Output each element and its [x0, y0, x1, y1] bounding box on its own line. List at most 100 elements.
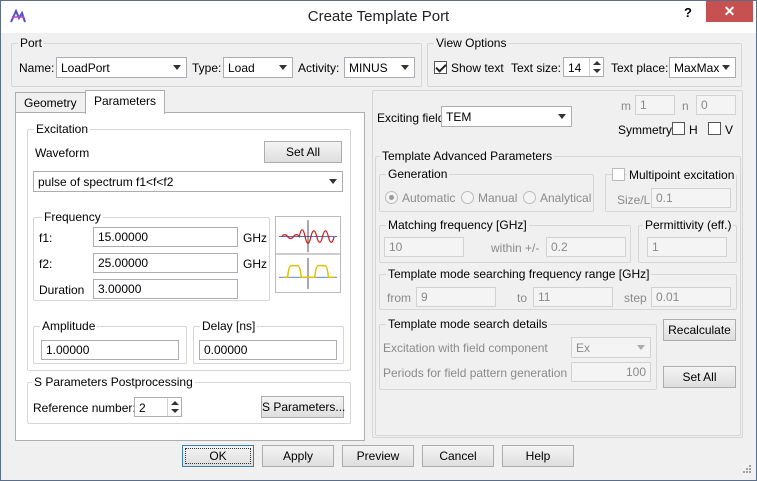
n-label: n	[682, 99, 689, 113]
reference-number-spinbox[interactable]: 2	[134, 397, 182, 417]
reference-number-value: 2	[139, 401, 146, 415]
step-input[interactable]: 0.01	[651, 287, 731, 307]
title-bar: Create Template Port ? ✕	[1, 1, 756, 33]
generation-title: Generation	[386, 167, 450, 181]
symmetry-h-checkbox[interactable]	[672, 122, 685, 135]
waveform-preview-icon	[275, 216, 341, 293]
generation-analytical-label: Analytical	[540, 191, 592, 205]
n-input[interactable]: 0	[696, 95, 736, 115]
search-details-title: Template mode search details	[386, 317, 550, 331]
excitation-set-all-button[interactable]: Set All	[264, 141, 342, 163]
chevron-down-icon	[637, 345, 645, 350]
tab-parameters[interactable]: Parameters	[85, 90, 166, 114]
step-label: step	[624, 291, 647, 305]
window-title: Create Template Port	[307, 8, 450, 25]
amplitude-input[interactable]: 1.00000	[41, 340, 179, 360]
f2-unit-label: GHz	[243, 257, 267, 271]
apply-button[interactable]: Apply	[262, 445, 334, 467]
chevron-down-icon	[279, 65, 287, 70]
advanced-set-all-button[interactable]: Set All	[663, 366, 736, 388]
waveform-combo[interactable]: pulse of spectrum f1<f<f2	[33, 171, 343, 192]
symmetry-v-label: V	[725, 123, 734, 137]
from-label: from	[387, 291, 411, 305]
range-title: Template mode searching frequency range …	[386, 267, 652, 281]
from-input[interactable]: 9	[416, 287, 496, 307]
excite-component-value: Ex	[576, 341, 591, 355]
activity-combo[interactable]: MINUS	[344, 57, 415, 78]
ok-button[interactable]: OK	[182, 445, 254, 467]
resize-grip-icon[interactable]	[740, 464, 752, 476]
to-input[interactable]: 11	[533, 287, 613, 307]
s-parameters-button[interactable]: S Parameters...	[261, 396, 345, 418]
exciting-field-label: Exciting field	[377, 111, 445, 125]
amplitude-title: Amplitude	[40, 319, 98, 333]
exciting-field-combo[interactable]: TEM	[441, 106, 572, 127]
text-place-combo[interactable]: MaxMax	[669, 57, 736, 78]
f2-input[interactable]: 25.00000	[93, 253, 238, 273]
type-combo[interactable]: Load	[223, 57, 293, 78]
name-combo[interactable]: LoadPort	[56, 57, 187, 78]
within-label: within +/-	[491, 241, 540, 255]
f1-unit-label: GHz	[243, 231, 267, 245]
permittivity-input[interactable]: 1	[647, 237, 727, 257]
to-label: to	[517, 291, 528, 305]
generation-manual-label: Manual	[478, 191, 518, 205]
sparams-title: S Parameters Postprocessing	[32, 375, 195, 389]
chevron-down-icon	[401, 65, 409, 70]
f1-input[interactable]: 15.00000	[93, 227, 238, 247]
generation-manual-radio[interactable]	[461, 191, 474, 204]
activity-label: Activity:	[298, 61, 340, 75]
reference-number-label: Reference number:	[33, 401, 136, 415]
generation-automatic-radio[interactable]	[385, 191, 398, 204]
text-place-label: Text place:	[611, 61, 669, 75]
tab-geometry[interactable]: Geometry	[15, 92, 86, 114]
show-text-checkbox[interactable]	[434, 61, 447, 74]
advanced-title: Template Advanced Parameters	[380, 149, 555, 163]
spin-arrows-icon[interactable]	[589, 58, 603, 76]
periods-input[interactable]: 100	[571, 362, 651, 382]
help-titlebar-button[interactable]: ?	[675, 3, 701, 25]
text-size-label: Text size:	[511, 61, 562, 75]
permittivity-title: Permittivity (eff.)	[643, 218, 734, 232]
size-input[interactable]: 0.1	[651, 188, 731, 208]
within-input[interactable]: 0.2	[546, 237, 626, 257]
duration-label: Duration	[39, 283, 85, 297]
show-text-label: Show text	[451, 61, 504, 75]
matching-title: Matching frequency [GHz]	[386, 218, 529, 232]
text-size-spinbox[interactable]: 14	[563, 57, 604, 77]
text-size-value: 14	[568, 61, 582, 75]
exciting-field-value: TEM	[446, 110, 472, 124]
type-value: Load	[228, 61, 255, 75]
multipoint-label: Multipoint excitation	[627, 168, 737, 182]
matching-input[interactable]: 10	[384, 237, 464, 257]
symmetry-v-checkbox[interactable]	[708, 122, 721, 135]
activity-value: MINUS	[349, 61, 388, 75]
spin-arrows-icon[interactable]	[167, 398, 181, 416]
view-options-title: View Options	[434, 36, 509, 50]
f1-label: f1:	[39, 231, 53, 245]
periods-label: Periods for field pattern generation	[383, 366, 568, 380]
duration-input[interactable]: 3.00000	[93, 279, 238, 299]
cancel-button[interactable]: Cancel	[422, 445, 494, 467]
multipoint-checkbox[interactable]	[612, 168, 625, 181]
waveform-label: Waveform	[35, 146, 90, 160]
chevron-down-icon	[329, 179, 337, 184]
dialog-window: Create Template Port ? ✕ Port Name: Load…	[0, 0, 757, 481]
help-button[interactable]: Help	[502, 445, 574, 467]
symmetry-label: Symmetry	[618, 123, 672, 137]
waveform-value: pulse of spectrum f1<f<f2	[38, 175, 174, 189]
excite-component-combo[interactable]: Ex	[571, 337, 651, 358]
recalculate-button[interactable]: Recalculate	[663, 319, 736, 341]
preview-button[interactable]: Preview	[342, 445, 414, 467]
text-place-value: MaxMax	[674, 61, 720, 75]
delay-input[interactable]: 0.00000	[199, 340, 337, 360]
f2-label: f2:	[39, 257, 53, 271]
symmetry-h-label: H	[689, 123, 698, 137]
generation-automatic-label: Automatic	[402, 191, 456, 205]
chevron-down-icon	[173, 65, 181, 70]
generation-analytical-radio[interactable]	[523, 191, 536, 204]
port-group-title: Port	[18, 36, 45, 50]
close-button[interactable]: ✕	[706, 1, 753, 22]
m-input[interactable]: 1	[635, 95, 675, 115]
name-label: Name:	[19, 61, 55, 75]
